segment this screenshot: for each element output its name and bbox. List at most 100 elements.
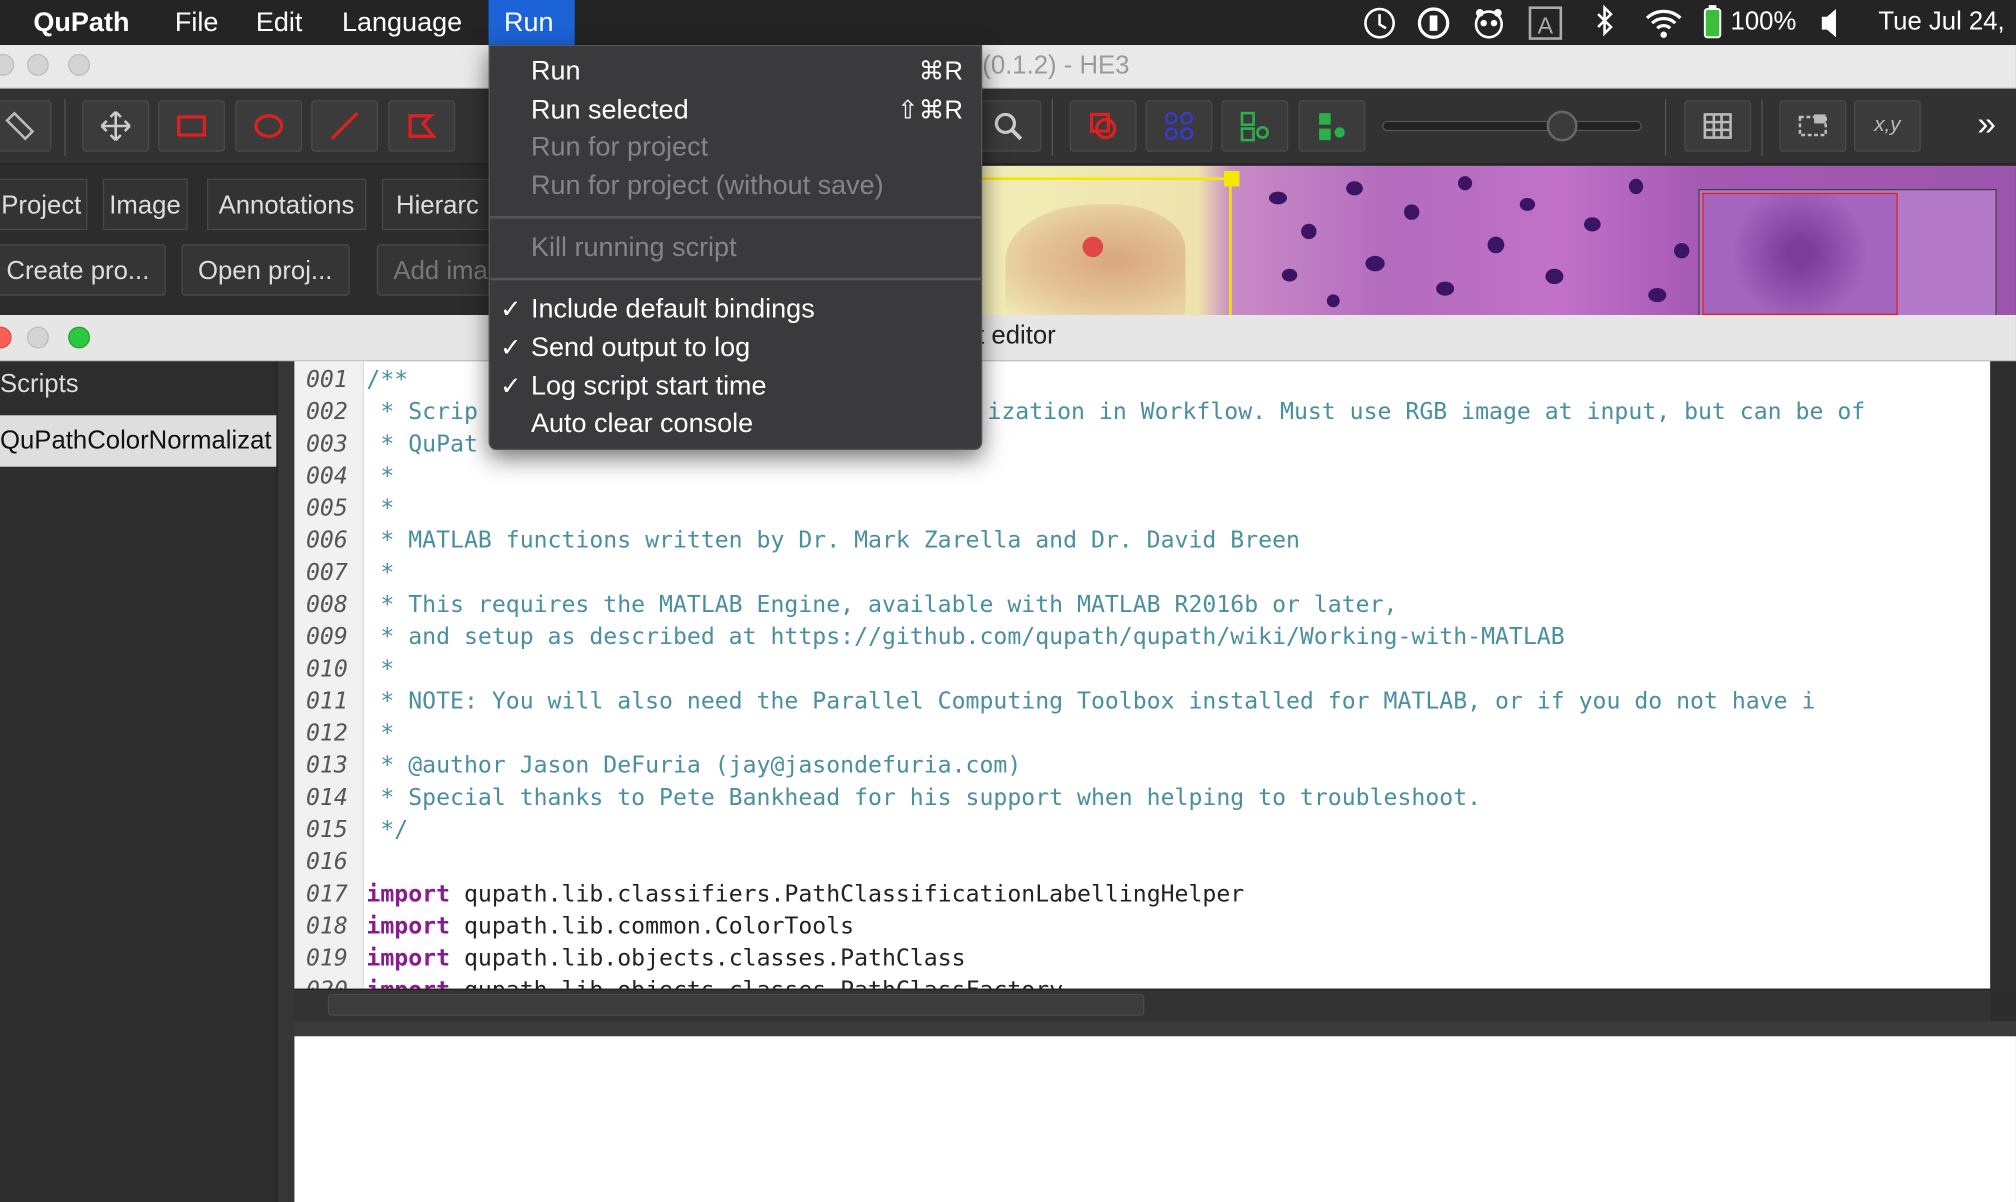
menu-item-run-for-project[interactable]: Run for project — [531, 129, 708, 168]
location-button[interactable]: x,y — [1853, 100, 1921, 152]
time-machine-icon[interactable] — [1363, 0, 1396, 45]
wifi-icon[interactable] — [1643, 0, 1684, 45]
tab-project[interactable]: Project — [0, 178, 88, 231]
line-number: 017 — [305, 880, 348, 908]
code-line-tail: ization in Workflow. Must use RGB image … — [987, 398, 1866, 426]
keyword: import — [366, 912, 451, 940]
ruler-tool-button[interactable] — [0, 100, 52, 152]
app-status-icon[interactable] — [1417, 0, 1450, 45]
code-line: import qupath.lib.objects.classes.PathCl… — [366, 977, 1063, 989]
move-tool-button[interactable] — [82, 100, 150, 152]
opacity-slider[interactable] — [1382, 120, 1642, 132]
overview-button[interactable] — [1779, 100, 1847, 152]
keyword: import — [366, 944, 451, 972]
run-menu-dropdown: Run ⌘R Run selected ⇧⌘R Run for project … — [488, 44, 983, 450]
overview-icon — [1798, 114, 1827, 137]
menu-item-include-default-bindings[interactable]: Include default bindings — [531, 291, 815, 330]
line-number: 007 — [305, 559, 348, 587]
menu-item-run[interactable]: Run — [531, 53, 581, 92]
line-number: 009 — [305, 623, 348, 651]
viewport-indicator — [1702, 192, 1898, 315]
open-project-button[interactable]: Open proj... — [181, 244, 350, 296]
code-line: /** — [366, 366, 409, 394]
menu-run[interactable]: Run — [488, 0, 575, 45]
image-viewer[interactable] — [979, 165, 2016, 317]
show-grid-button[interactable] — [1684, 100, 1752, 152]
menu-item-run-selected[interactable]: Run selected — [531, 91, 689, 130]
code-line: * — [366, 655, 395, 683]
input-source-icon[interactable]: A — [1527, 0, 1563, 45]
annotation-handle[interactable] — [1223, 170, 1240, 187]
battery-icon[interactable] — [1701, 0, 1724, 45]
menu-edit[interactable]: Edit — [240, 0, 317, 45]
editor-close-button[interactable] — [0, 326, 12, 349]
menu-item-run-for-project-without-save[interactable]: Run for project (without save) — [531, 167, 884, 206]
line-icon — [330, 112, 359, 140]
console-divider[interactable] — [294, 1020, 2016, 1037]
line-number: 010 — [305, 655, 348, 683]
bluetooth-icon[interactable] — [1592, 0, 1618, 45]
create-project-button[interactable]: Create pro... — [0, 244, 167, 296]
line-number: 001 — [305, 366, 348, 394]
console-output[interactable] — [294, 1036, 2016, 1202]
line-number: 004 — [305, 462, 348, 490]
rectangle-icon — [177, 115, 207, 137]
editor-minimize-button[interactable] — [26, 326, 49, 349]
line-number: 018 — [305, 912, 348, 940]
rectangle-tool-button[interactable] — [158, 100, 225, 152]
menu-item-send-output-to-log[interactable]: Send output to log — [531, 329, 750, 368]
code-line: */ — [366, 816, 409, 844]
minimize-button[interactable] — [26, 53, 49, 76]
line-number: 006 — [305, 527, 348, 555]
tab-hierarchy[interactable]: Hierarc — [381, 178, 498, 231]
close-button[interactable] — [0, 53, 15, 76]
code-line: * — [366, 462, 395, 490]
show-detections-button[interactable] — [1221, 100, 1289, 152]
keyword: import — [366, 880, 451, 908]
fill-detections-button[interactable] — [1298, 100, 1366, 152]
menu-separator — [489, 215, 981, 219]
app-menu[interactable]: QuPath — [18, 0, 145, 45]
zoom-button[interactable] — [68, 53, 90, 76]
overview-thumbnail[interactable] — [1698, 188, 1997, 317]
zoom-tool-button[interactable] — [974, 100, 1042, 152]
main-window-titlebar: (0.1.2) - HE3 — [0, 44, 2016, 89]
panda-icon[interactable] — [1472, 0, 1505, 45]
line-tool-button[interactable] — [311, 100, 378, 152]
menu-file[interactable]: File — [159, 0, 233, 45]
horizontal-scrollbar-thumb[interactable] — [327, 993, 1145, 1016]
menu-language[interactable]: Language — [327, 0, 478, 45]
menu-item-auto-clear-console[interactable]: Auto clear console — [531, 405, 753, 444]
tab-image[interactable]: Image — [102, 178, 188, 231]
clock-datetime[interactable]: Tue Jul 24, 2 — [1878, 0, 2016, 81]
menu-item-log-script-start-time[interactable]: Log script start time — [531, 368, 767, 407]
code-line: import qupath.lib.classifiers.PathClassi… — [366, 880, 1245, 908]
editor-zoom-button[interactable] — [68, 326, 90, 349]
line-number: 003 — [305, 430, 348, 458]
vertical-scrollbar[interactable] — [1990, 361, 2016, 989]
volume-icon[interactable] — [1818, 0, 1844, 45]
ellipse-tool-button[interactable] — [235, 100, 303, 152]
magnifier-icon — [994, 112, 1023, 141]
menu-item-kill-running-script[interactable]: Kill running script — [531, 229, 737, 268]
code-line: * — [366, 719, 395, 747]
svg-text:A: A — [1538, 12, 1554, 38]
checkmark-icon: ✓ — [500, 334, 522, 363]
menu-separator — [489, 277, 981, 281]
script-list-item[interactable]: QuPathColorNormalizat — [0, 415, 277, 467]
polygon-tool-button[interactable] — [388, 100, 456, 152]
scripts-pane — [0, 361, 277, 1202]
show-tma-grid-button[interactable] — [1145, 100, 1213, 152]
chevron-right-icon[interactable]: » — [1977, 104, 1996, 144]
code-line: * @author Jason DeFuria (jay@jasondefuri… — [366, 752, 1022, 780]
ellipse-icon — [254, 114, 284, 138]
show-annotations-button[interactable] — [1069, 100, 1137, 152]
add-images-button[interactable]: Add ima — [376, 244, 506, 296]
grid-icon — [1703, 113, 1732, 139]
tab-annotations[interactable]: Annotations — [206, 178, 366, 231]
code-line: import qupath.lib.common.ColorTools — [366, 912, 855, 940]
pane-divider[interactable] — [276, 361, 295, 1202]
code-line: * NOTE: You will also need the Parallel … — [366, 687, 1816, 715]
checkmark-icon: ✓ — [500, 295, 522, 324]
opacity-slider-thumb[interactable] — [1546, 110, 1578, 142]
